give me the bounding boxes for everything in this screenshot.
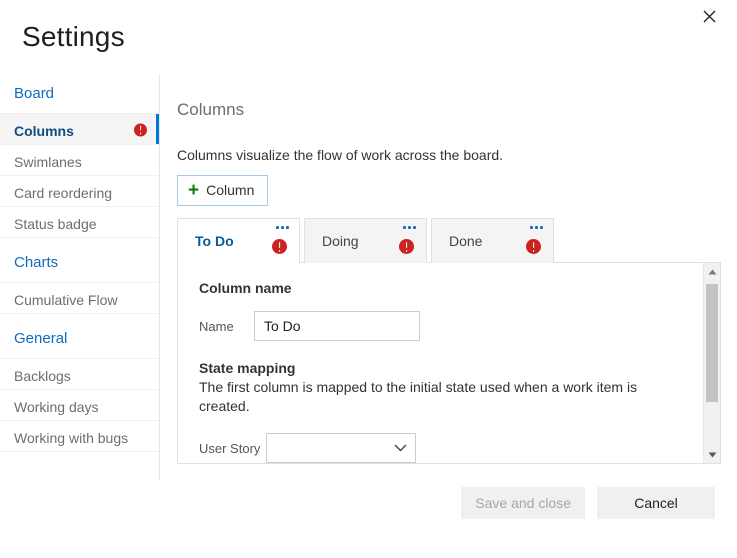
name-field-row: Name [199,311,720,341]
tab-doing[interactable]: Doing [304,218,427,263]
sidebar-group-general: General [0,314,159,359]
sidebar-item-columns[interactable]: Columns [0,114,159,145]
save-and-close-button[interactable]: Save and close [461,487,585,519]
page-title: Settings [22,21,125,52]
ellipsis-icon[interactable] [530,226,543,229]
section-description: Columns visualize the flow of work acros… [177,147,504,163]
sidebar-item-label: Columns [14,123,74,139]
tab-label: To Do [195,233,234,249]
sidebar-item-cumulative-flow[interactable]: Cumulative Flow [0,283,159,314]
column-name-input[interactable] [254,311,420,341]
sidebar-item-card-reordering[interactable]: Card reordering [0,176,159,207]
scrollbar-thumb[interactable] [706,284,718,402]
sidebar-group-charts: Charts [0,238,159,283]
column-detail-panel: Column name Name State mapping The first… [177,262,721,464]
add-column-label: Column [206,182,255,198]
add-column-button[interactable]: + Column [177,175,269,206]
column-name-heading: Column name [199,280,292,296]
sidebar-item-label: Cumulative Flow [14,292,118,308]
state-mapping-description: The first column is mapped to the initia… [199,379,638,414]
sidebar-item-working-days[interactable]: Working days [0,390,159,421]
error-badge [134,120,147,139]
detail-scrollbar[interactable] [703,263,720,463]
dialog-body: Board Columns Swimlanes Card reordering … [0,74,737,480]
error-badge [526,237,541,254]
close-button[interactable] [691,2,727,34]
scroll-down-icon[interactable] [704,446,720,463]
scroll-up-icon[interactable] [704,263,720,280]
sidebar-item-label: Backlogs [14,368,71,384]
ellipsis-icon[interactable] [276,226,289,229]
tab-to-do[interactable]: To Do [177,218,300,263]
tab-label: Done [449,233,483,249]
sidebar-item-backlogs[interactable]: Backlogs [0,359,159,390]
sidebar-item-working-with-bugs[interactable]: Working with bugs [0,421,159,452]
sidebar-item-label: Card reordering [14,185,113,201]
error-badge [272,237,287,254]
plus-icon: + [188,180,200,201]
tab-done[interactable]: Done [431,218,554,263]
sidebar-group-board: Board [0,74,159,114]
ellipsis-icon[interactable] [403,226,416,229]
error-badge [399,237,414,254]
state-mapping-row: User Story [199,433,720,463]
section-title: Columns [177,100,245,119]
sidebar-item-label: Status badge [14,216,97,232]
settings-main-panel: Columns Columns visualize the flow of wo… [161,74,737,480]
sidebar-item-label: Swimlanes [14,154,82,170]
dialog-header: Settings [0,0,737,74]
sidebar-item-label: Working days [14,399,99,415]
column-detail-content: Column name Name State mapping The first… [178,263,720,463]
work-item-type-label: User Story [199,440,261,456]
dialog-footer: Save and close Cancel [0,480,737,558]
footer-button-group: Save and close Cancel [461,487,715,519]
sidebar-item-status-badge[interactable]: Status badge [0,207,159,238]
close-icon [703,10,716,26]
state-select[interactable] [266,433,416,463]
cancel-button[interactable]: Cancel [597,487,715,519]
column-tab-strip: To Do Doing Done [177,218,737,263]
state-mapping-heading: State mapping [199,360,296,376]
settings-sidebar: Board Columns Swimlanes Card reordering … [0,74,160,480]
tab-label: Doing [322,233,359,249]
state-select-wrap [266,433,416,463]
sidebar-item-label: Working with bugs [14,430,129,446]
sidebar-item-swimlanes[interactable]: Swimlanes [0,145,159,176]
name-label: Name [199,318,234,334]
